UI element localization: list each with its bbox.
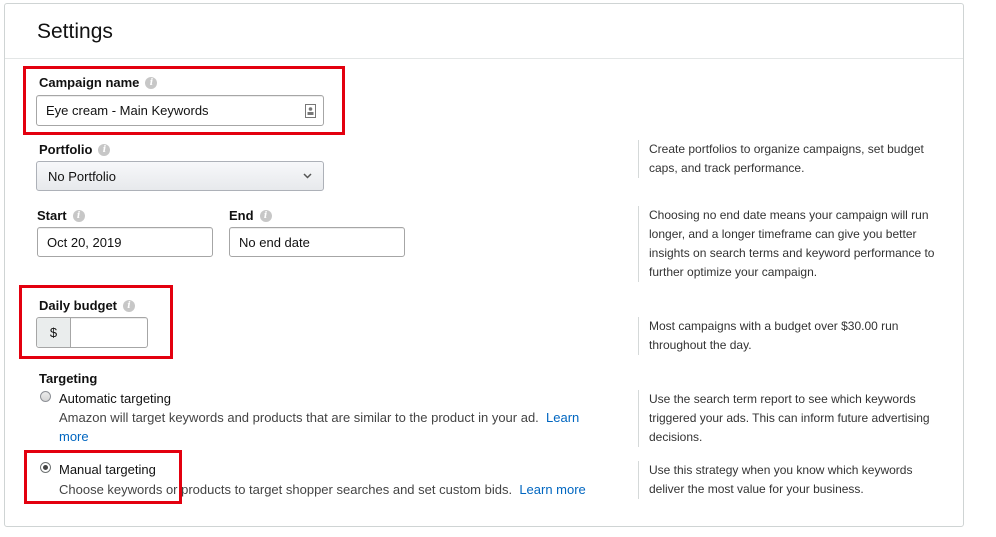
targeting-label: Targeting [39,371,98,386]
automatic-targeting-help: Use the search term report to see which … [638,390,939,447]
campaign-name-value: Eye cream - Main Keywords [46,103,209,118]
campaign-name-label-text: Campaign name [39,75,140,90]
budget-help: Most campaigns with a budget over $30.00… [638,317,939,355]
manual-learn-more-link[interactable]: Learn more [519,482,585,497]
automatic-targeting-desc-text: Amazon will target keywords and products… [59,410,539,425]
start-date-value: Oct 20, 2019 [47,234,122,250]
info-icon[interactable]: i [98,143,111,156]
info-icon[interactable]: i [123,299,136,312]
manual-targeting-title: Manual targeting [59,462,156,477]
dates-help: Choosing no end date means your campaign… [638,206,939,282]
daily-budget-label-text: Daily budget [39,298,118,313]
portfolio-select[interactable]: No Portfolio [36,161,324,191]
start-label-text: Start [37,208,67,223]
start-label: Start i [37,208,85,223]
card-header: Settings [5,4,963,59]
campaign-name-input[interactable]: Eye cream - Main Keywords [36,95,324,126]
automatic-targeting-desc: Amazon will target keywords and products… [59,408,609,446]
info-icon[interactable]: i [259,209,272,222]
portfolio-label: Portfolio i [39,142,111,157]
daily-budget-label: Daily budget i [39,298,136,313]
end-date-value: No end date [239,234,310,250]
campaign-name-label: Campaign name i [39,75,158,90]
info-icon[interactable]: i [72,209,85,222]
start-date-input[interactable]: Oct 20, 2019 [37,227,213,257]
info-icon[interactable]: i [145,76,158,89]
settings-card: Settings Campaign name i Eye cream - Mai… [4,3,964,527]
currency-prefix: $ [37,318,71,347]
portfolio-label-text: Portfolio [39,142,93,157]
chevron-down-icon [303,173,312,179]
manual-targeting-radio[interactable] [40,462,51,473]
daily-budget-input[interactable]: $ [36,317,148,348]
end-label: End i [229,208,272,223]
automatic-targeting-radio[interactable] [40,391,51,402]
portfolio-help: Create portfolios to organize campaigns,… [638,140,939,178]
end-date-input[interactable]: No end date [229,227,405,257]
manual-targeting-help: Use this strategy when you know which ke… [638,461,939,499]
end-label-text: End [229,208,254,223]
portfolio-selected-value: No Portfolio [48,168,116,184]
page-title: Settings [37,20,113,43]
manual-targeting-desc-text: Choose keywords or products to target sh… [59,482,513,497]
automatic-targeting-title: Automatic targeting [59,391,172,406]
manual-targeting-desc: Choose keywords or products to target sh… [59,480,619,499]
contact-card-icon [305,104,316,118]
